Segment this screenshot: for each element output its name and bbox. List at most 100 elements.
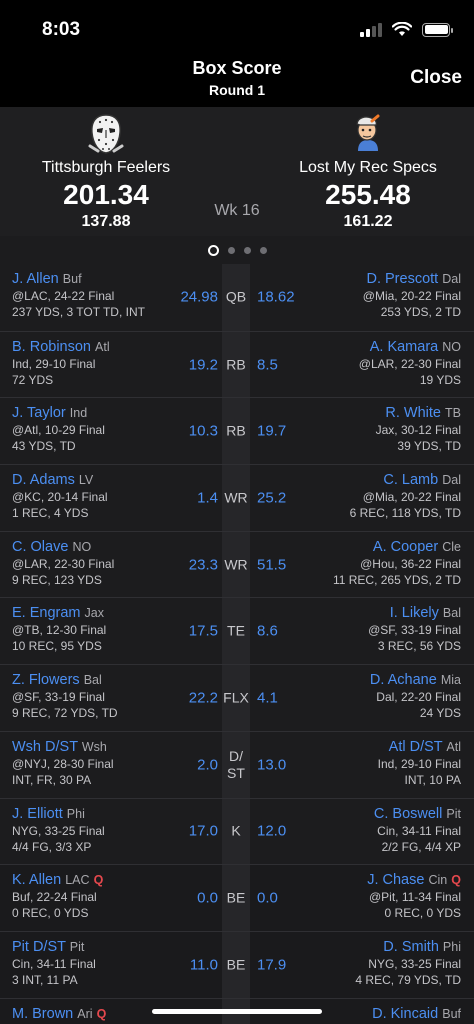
close-button[interactable]: Close — [410, 67, 462, 89]
left-points[interactable]: 0.0 — [197, 890, 218, 907]
player-name[interactable]: D. Prescott — [366, 271, 438, 287]
left-points[interactable]: 23.3 — [189, 556, 218, 573]
player-name[interactable]: E. Engram — [12, 605, 81, 621]
page-indicator[interactable] — [0, 236, 474, 264]
player-name[interactable]: M. Brown — [12, 1006, 73, 1022]
player-name[interactable]: A. Cooper — [373, 539, 438, 555]
player-left[interactable]: M. Brown Ari Q — [12, 1006, 172, 1024]
player-left[interactable]: J. Taylor Ind @Atl, 10-29 Final 43 YDS, … — [12, 405, 172, 453]
page-dot-active[interactable] — [207, 244, 219, 256]
player-name[interactable]: K. Allen — [12, 872, 61, 888]
player-name[interactable]: Pit D/ST — [12, 939, 66, 955]
right-points[interactable]: 8.6 — [257, 623, 278, 640]
player-name[interactable]: R. White — [385, 405, 441, 421]
player-right[interactable]: C. Boswell Pit Cin, 34-11 Final 2/2 FG, … — [301, 806, 461, 854]
player-name[interactable]: J. Elliott — [12, 806, 63, 822]
left-points[interactable]: 17.0 — [189, 823, 218, 840]
player-name-line[interactable]: D. Prescott Dal — [301, 271, 461, 287]
player-name-line[interactable]: C. Boswell Pit — [301, 806, 461, 822]
team-right[interactable]: Lost My Rec Specs 255.48 161.22 — [283, 107, 453, 231]
player-name-line[interactable]: A. Cooper Cle — [301, 539, 461, 555]
player-name[interactable]: Wsh D/ST — [12, 739, 78, 755]
player-name-line[interactable]: D. Smith Phi — [301, 939, 461, 955]
player-left[interactable]: C. Olave NO @LAR, 22-30 Final 9 REC, 123… — [12, 539, 172, 587]
home-indicator[interactable] — [152, 1009, 322, 1014]
player-name-line[interactable]: M. Brown Ari Q — [12, 1006, 172, 1022]
player-name[interactable]: D. Kincaid — [372, 1006, 438, 1022]
player-right[interactable]: A. Kamara NO @LAR, 22-30 Final 19 YDS — [301, 339, 461, 387]
right-points[interactable]: 19.7 — [257, 423, 286, 440]
player-name[interactable]: C. Lamb — [383, 472, 438, 488]
player-name-line[interactable]: C. Lamb Dal — [301, 472, 461, 488]
player-name-line[interactable]: D. Kincaid Buf — [301, 1006, 461, 1022]
player-name-line[interactable]: K. Allen LAC Q — [12, 872, 172, 888]
left-points[interactable]: 19.2 — [189, 356, 218, 373]
player-right[interactable]: R. White TB Jax, 30-12 Final 39 YDS, TD — [301, 405, 461, 453]
player-name-line[interactable]: A. Kamara NO — [301, 339, 461, 355]
player-left[interactable]: D. Adams LV @KC, 20-14 Final 1 REC, 4 YD… — [12, 472, 172, 520]
right-points[interactable]: 0.0 — [257, 890, 278, 907]
player-name[interactable]: J. Allen — [12, 271, 59, 287]
right-points[interactable]: 13.0 — [257, 756, 286, 773]
player-right[interactable]: I. Likely Bal @SF, 33-19 Final 3 REC, 56… — [301, 605, 461, 653]
player-name-line[interactable]: R. White TB — [301, 405, 461, 421]
player-right[interactable]: A. Cooper Cle @Hou, 36-22 Final 11 REC, … — [301, 539, 461, 587]
page-dot[interactable] — [259, 246, 267, 254]
player-name-line[interactable]: J. Allen Buf — [12, 271, 172, 287]
player-name-line[interactable]: Pit D/ST Pit — [12, 939, 172, 955]
right-points[interactable]: 18.62 — [257, 289, 295, 306]
left-points[interactable]: 1.4 — [197, 489, 218, 506]
player-left[interactable]: B. Robinson Atl Ind, 29-10 Final 72 YDS — [12, 339, 172, 387]
player-left[interactable]: J. Allen Buf @LAC, 24-22 Final 237 YDS, … — [12, 271, 172, 319]
right-points[interactable]: 8.5 — [257, 356, 278, 373]
player-name[interactable]: D. Achane — [370, 672, 437, 688]
player-left[interactable]: Wsh D/ST Wsh @NYJ, 28-30 Final INT, FR, … — [12, 739, 172, 787]
player-name[interactable]: Z. Flowers — [12, 672, 80, 688]
player-left[interactable]: Pit D/ST Pit Cin, 34-11 Final 3 INT, 11 … — [12, 939, 172, 987]
player-right[interactable]: J. Chase Cin Q @Pit, 11-34 Final 0 REC, … — [301, 872, 461, 920]
left-points[interactable]: 17.5 — [189, 623, 218, 640]
left-points[interactable]: 22.2 — [189, 689, 218, 706]
player-name-line[interactable]: E. Engram Jax — [12, 605, 172, 621]
left-points[interactable]: 24.98 — [180, 289, 218, 306]
player-name[interactable]: B. Robinson — [12, 339, 91, 355]
page-dot[interactable] — [227, 246, 235, 254]
player-left[interactable]: E. Engram Jax @TB, 12-30 Final 10 REC, 9… — [12, 605, 172, 653]
player-name[interactable]: C. Olave — [12, 539, 68, 555]
player-name[interactable]: D. Adams — [12, 472, 75, 488]
left-points[interactable]: 10.3 — [189, 423, 218, 440]
right-points[interactable]: 12.0 — [257, 823, 286, 840]
player-name-line[interactable]: D. Achane Mia — [301, 672, 461, 688]
player-left[interactable]: Z. Flowers Bal @SF, 33-19 Final 9 REC, 7… — [12, 672, 172, 720]
player-right[interactable]: D. Kincaid Buf — [301, 1006, 461, 1024]
player-right[interactable]: C. Lamb Dal @Mia, 20-22 Final 6 REC, 118… — [301, 472, 461, 520]
player-name-line[interactable]: B. Robinson Atl — [12, 339, 172, 355]
player-name[interactable]: Atl D/ST — [389, 739, 443, 755]
player-name[interactable]: J. Chase — [367, 872, 424, 888]
right-points[interactable]: 17.9 — [257, 956, 286, 973]
player-name[interactable]: C. Boswell — [374, 806, 443, 822]
page-dot[interactable] — [243, 246, 251, 254]
player-right[interactable]: Atl D/ST Atl Ind, 29-10 Final INT, 10 PA — [301, 739, 461, 787]
player-name[interactable]: D. Smith — [383, 939, 439, 955]
left-points[interactable]: 11.0 — [190, 956, 218, 973]
left-points[interactable]: 2.0 — [197, 756, 218, 773]
player-name-line[interactable]: Wsh D/ST Wsh — [12, 739, 172, 755]
player-name[interactable]: A. Kamara — [370, 339, 439, 355]
right-points[interactable]: 4.1 — [257, 689, 278, 706]
player-right[interactable]: D. Smith Phi NYG, 33-25 Final 4 REC, 79 … — [301, 939, 461, 987]
player-name-line[interactable]: Z. Flowers Bal — [12, 672, 172, 688]
player-name-line[interactable]: J. Taylor Ind — [12, 405, 172, 421]
right-points[interactable]: 25.2 — [257, 489, 286, 506]
player-name-line[interactable]: I. Likely Bal — [301, 605, 461, 621]
player-left[interactable]: J. Elliott Phi NYG, 33-25 Final 4/4 FG, … — [12, 806, 172, 854]
player-name[interactable]: I. Likely — [390, 605, 439, 621]
player-name-line[interactable]: D. Adams LV — [12, 472, 172, 488]
player-left[interactable]: K. Allen LAC Q Buf, 22-24 Final 0 REC, 0… — [12, 872, 172, 920]
player-right[interactable]: D. Achane Mia Dal, 22-20 Final 24 YDS — [301, 672, 461, 720]
player-right[interactable]: D. Prescott Dal @Mia, 20-22 Final 253 YD… — [301, 271, 461, 319]
player-name-line[interactable]: J. Chase Cin Q — [301, 872, 461, 888]
player-name-line[interactable]: C. Olave NO — [12, 539, 172, 555]
player-name-line[interactable]: J. Elliott Phi — [12, 806, 172, 822]
player-name[interactable]: J. Taylor — [12, 405, 66, 421]
